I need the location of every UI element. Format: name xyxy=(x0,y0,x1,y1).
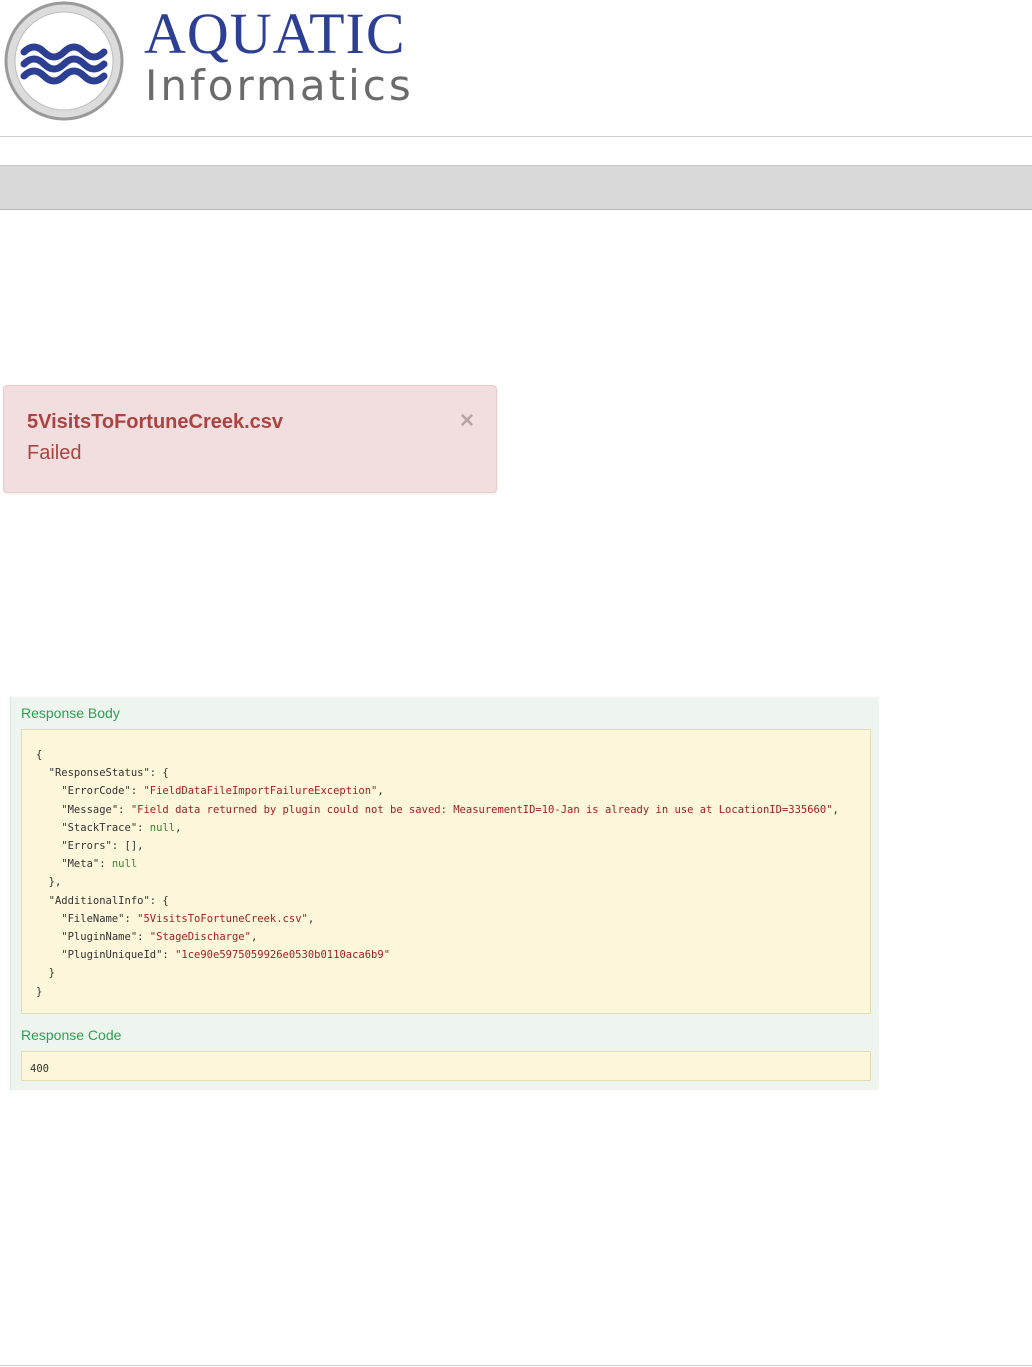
code-token: "FieldDataFileImportFailureException" xyxy=(143,785,378,798)
code-token: "Errors": [], xyxy=(36,840,144,853)
code-token: , xyxy=(250,931,258,944)
code-token: "PluginUniqueId": xyxy=(36,949,176,962)
code-line: }, xyxy=(36,873,870,891)
code-token: "Meta": xyxy=(36,858,112,871)
code-line: } xyxy=(36,964,870,982)
code-line: "FileName": "5VisitsToFortuneCreek.csv", xyxy=(36,910,870,928)
code-token: null xyxy=(149,821,176,834)
response-panel: Response Body { "ResponseStatus": { "Err… xyxy=(10,697,879,1090)
code-token: "1ce90e5975059926e0530b0110aca6b9" xyxy=(175,949,391,962)
code-line: "AdditionalInfo": { xyxy=(36,892,870,910)
code-line: "PluginUniqueId": "1ce90e5975059926e0530… xyxy=(36,946,870,964)
code-line: "Meta": null xyxy=(36,855,870,873)
alert-status: Failed xyxy=(27,442,82,464)
header-divider xyxy=(0,136,1032,137)
close-icon[interactable]: × xyxy=(456,409,478,433)
code-token: "Field data returned by plugin could not… xyxy=(130,803,833,816)
code-token: , xyxy=(377,785,384,798)
code-token: "StageDischarge" xyxy=(149,931,251,944)
response-body-code: { "ResponseStatus": { "ErrorCode": "Fiel… xyxy=(21,729,871,1014)
code-token: "AdditionalInfo": { xyxy=(36,894,169,907)
toolbar-bar xyxy=(0,165,1032,210)
code-line: "ResponseStatus": { xyxy=(36,764,870,782)
code-token: { xyxy=(36,749,43,761)
code-line: "StackTrace": null, xyxy=(36,819,870,837)
response-body-lines: { "ResponseStatus": { "ErrorCode": "Fiel… xyxy=(36,746,870,1001)
footer-divider xyxy=(0,1365,1032,1366)
brand-name-primary: AQUATIC xyxy=(144,1,406,66)
code-token: } xyxy=(36,967,55,980)
code-line: "ErrorCode": "FieldDataFileImportFailure… xyxy=(36,782,870,800)
code-line: "Errors": [], xyxy=(36,837,870,855)
code-line: "Message": "Field data returned by plugi… xyxy=(36,801,870,819)
response-code-value: 400 xyxy=(30,1063,49,1075)
code-token: , xyxy=(832,803,839,816)
code-line: "PluginName": "StageDischarge", xyxy=(36,928,870,946)
brand-name-secondary: Informatics xyxy=(145,61,414,110)
code-line: } xyxy=(36,983,870,1001)
code-token: } xyxy=(36,985,43,998)
code-line: { xyxy=(36,746,870,764)
alert-filename: 5VisitsToFortuneCreek.csv xyxy=(27,411,284,433)
code-token: , xyxy=(307,912,315,925)
code-token: null xyxy=(111,858,138,871)
response-code-box: 400 xyxy=(21,1051,871,1081)
code-token: "Message": xyxy=(36,803,131,816)
code-token: "StackTrace": xyxy=(36,821,150,834)
code-token: "ResponseStatus": { xyxy=(36,767,169,780)
waves-logo-icon xyxy=(4,1,124,121)
response-code-label: Response Code xyxy=(21,1027,122,1043)
aquatic-informatics-logo: AQUATIC Informatics xyxy=(2,0,422,122)
code-token: "ErrorCode": xyxy=(36,785,144,798)
code-token: "FileName": xyxy=(36,912,138,925)
code-token: "PluginName": xyxy=(36,931,150,944)
response-body-label: Response Body xyxy=(21,705,120,721)
upload-failed-alert: 5VisitsToFortuneCreek.csv Failed × xyxy=(3,385,497,493)
page: AQUATIC Informatics 5VisitsToFortuneCree… xyxy=(0,0,1032,1367)
code-token: "5VisitsToFortuneCreek.csv" xyxy=(137,912,308,925)
code-token: }, xyxy=(36,876,62,889)
code-token: , xyxy=(175,821,182,834)
